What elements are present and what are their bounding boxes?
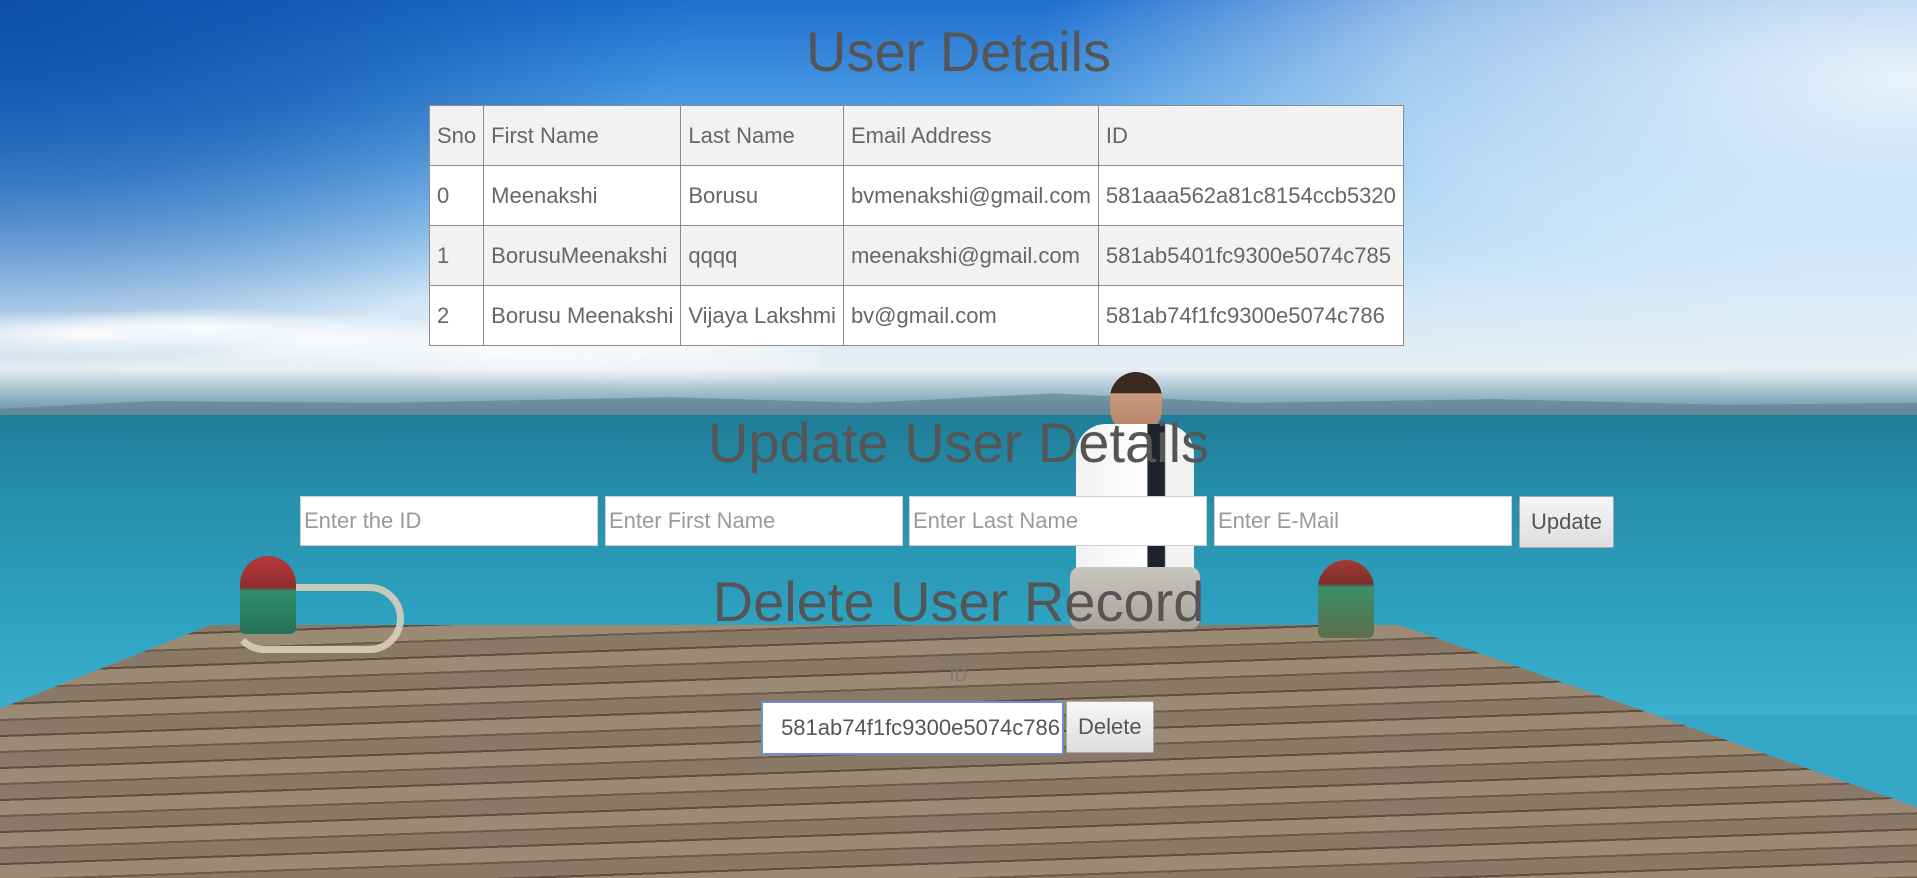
cell-sno: 0 xyxy=(428,165,485,226)
header-id: ID xyxy=(1097,105,1404,166)
cell-last-name: qqqq xyxy=(680,225,844,286)
cell-sno: 1 xyxy=(428,225,485,286)
update-last-name-input[interactable] xyxy=(909,496,1207,546)
header-first-name: First Name xyxy=(483,105,682,166)
cell-last-name: Borusu xyxy=(680,165,844,226)
header-sno: Sno xyxy=(428,105,485,166)
delete-id-input[interactable] xyxy=(761,701,1064,755)
cell-email: bv@gmail.com xyxy=(842,285,1099,346)
cell-email: bvmenakshi@gmail.com xyxy=(842,165,1099,226)
update-email-input[interactable] xyxy=(1214,496,1512,546)
cell-sno: 2 xyxy=(428,285,485,346)
update-section-title: Update User Details xyxy=(707,411,1210,474)
cell-first-name: BorusuMeenakshi xyxy=(483,225,682,286)
cell-id: 581ab74f1fc9300e5074c786 xyxy=(1097,285,1404,346)
update-first-name-input[interactable] xyxy=(605,496,903,546)
table-row: 0 Meenakshi Borusu bvmenakshi@gmail.com … xyxy=(428,165,1404,226)
update-button[interactable]: Update xyxy=(1519,496,1614,548)
delete-section-title: Delete User Record xyxy=(712,570,1205,633)
header-email: Email Address xyxy=(842,105,1099,166)
update-id-input[interactable] xyxy=(300,496,598,546)
cell-email: meenakshi@gmail.com xyxy=(842,225,1099,286)
header-last-name: Last Name xyxy=(680,105,844,166)
delete-button[interactable]: Delete xyxy=(1066,701,1154,753)
cell-last-name: Vijaya Lakshmi xyxy=(680,285,844,346)
table-header-row: Sno First Name Last Name Email Address I… xyxy=(428,105,1404,166)
cell-first-name: Meenakshi xyxy=(483,165,682,226)
table-row: 2 Borusu Meenakshi Vijaya Lakshmi bv@gma… xyxy=(428,285,1404,346)
users-table: Sno First Name Last Name Email Address I… xyxy=(428,105,1404,346)
page-title: User Details xyxy=(806,20,1111,83)
cell-id: 581ab5401fc9300e5074c785 xyxy=(1097,225,1404,286)
table-row: 1 BorusuMeenakshi qqqq meenakshi@gmail.c… xyxy=(428,225,1404,286)
cell-id: 581aaa562a81c8154ccb5320 xyxy=(1097,165,1404,226)
delete-id-label: ID xyxy=(949,665,968,685)
cell-first-name: Borusu Meenakshi xyxy=(483,285,682,346)
page-content: User Details Sno First Name Last Name Em… xyxy=(0,0,1917,878)
